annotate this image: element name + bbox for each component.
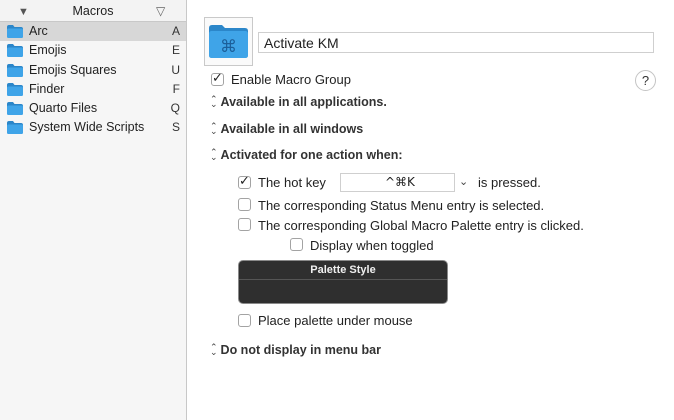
display-toggled-checkbox[interactable] <box>290 238 303 251</box>
folder-icon <box>7 63 23 77</box>
enable-group-label: Enable Macro Group <box>231 72 351 87</box>
status-menu-checkbox[interactable] <box>238 198 251 211</box>
macro-group-item[interactable]: Emojis E <box>0 41 186 60</box>
macro-group-item[interactable]: Quarto Files Q <box>0 99 186 118</box>
palette-style-title: Palette Style <box>310 264 376 276</box>
macro-group-item[interactable]: Arc A <box>0 22 186 42</box>
macro-group-label: Emojis <box>29 43 67 58</box>
popup-arrows-icon: ⌃ ⌄ <box>210 121 218 137</box>
menu-bar-value: Do not display in menu bar <box>220 343 381 357</box>
macro-group-label: Finder <box>29 81 65 96</box>
menu-bar-popup[interactable]: ⌃ ⌄ Do not display in menu bar <box>210 343 381 357</box>
macro-group-shortcut: Q <box>170 101 180 116</box>
hotkey-field[interactable]: ^⌘K <box>340 173 455 192</box>
palette-divider <box>239 279 447 280</box>
group-icon-well[interactable]: ⌘ <box>204 17 253 66</box>
macro-group-list: Arc A Emojis E Emojis Squares U Finder F… <box>0 22 186 138</box>
macro-group-label: Quarto Files <box>29 101 98 116</box>
macro-group-shortcut: S <box>171 120 180 135</box>
macro-group-shortcut: E <box>171 43 180 58</box>
activation-popup[interactable]: ⌃ ⌄ Activated for one action when: <box>210 148 403 162</box>
palette-under-mouse-label: Place palette under mouse <box>258 313 413 328</box>
macro-group-shortcut: A <box>171 24 180 38</box>
hotkey-checkbox[interactable] <box>238 174 251 189</box>
palette-style-preview[interactable]: Palette Style <box>238 260 448 304</box>
macro-group-shortcut: U <box>171 62 180 77</box>
folder-icon <box>7 25 23 38</box>
global-palette-checkbox[interactable] <box>238 218 251 231</box>
enable-group-checkbox[interactable] <box>211 71 224 86</box>
macro-group-item[interactable]: System Wide Scripts S <box>0 118 186 137</box>
svg-text:⌘: ⌘ <box>220 37 237 57</box>
hotkey-label: The hot key <box>258 175 326 190</box>
activation-value: Activated for one action when: <box>220 148 403 162</box>
filter-triangle-icon[interactable]: ▽ <box>156 4 165 18</box>
folder-icon <box>7 121 23 135</box>
availability-value: Available in all applications. <box>220 95 387 109</box>
windows-value: Available in all windows <box>220 122 364 136</box>
sidebar-header: ▼ Macros ▽ <box>0 0 186 22</box>
display-toggled-label: Display when toggled <box>310 238 434 253</box>
popup-arrows-icon: ⌃ ⌄ <box>210 147 218 163</box>
availability-popup[interactable]: ⌃ ⌄ Available in all applications. <box>210 95 387 109</box>
chevron-down-icon[interactable]: ⌄ <box>459 175 468 188</box>
macro-group-label: Arc <box>29 24 48 38</box>
macro-group-item[interactable]: Emojis Squares U <box>0 61 186 80</box>
global-palette-label: The corresponding Global Macro Palette e… <box>258 218 584 233</box>
macro-group-label: System Wide Scripts <box>29 120 145 135</box>
group-editor: ⌘ Activate KM Enable Macro Group ? ⌃⌄Ava… <box>188 0 674 420</box>
macro-groups-sidebar: ▼ Macros ▽ Arc A Emojis E Emojis Squares… <box>0 0 187 420</box>
palette-under-mouse-checkbox[interactable] <box>238 314 251 327</box>
group-name-field[interactable]: Activate KM <box>258 32 654 53</box>
folder-icon <box>7 44 23 58</box>
command-folder-icon: ⌘ <box>209 25 248 58</box>
folder-icon <box>7 82 23 96</box>
windows-popup[interactable]: ⌃ ⌄ Available in all windows <box>210 122 363 136</box>
hotkey-suffix: is pressed. <box>478 175 541 190</box>
macro-group-label: Emojis Squares <box>29 62 117 77</box>
popup-arrows-icon: ⌃ ⌄ <box>210 342 218 358</box>
help-button[interactable]: ? <box>635 70 656 91</box>
folder-icon <box>7 102 23 116</box>
macro-group-item[interactable]: Finder F <box>0 80 186 99</box>
macro-group-shortcut: F <box>172 81 180 96</box>
popup-arrows-icon: ⌃ ⌄ <box>210 94 218 110</box>
status-menu-label: The corresponding Status Menu entry is s… <box>258 198 545 213</box>
